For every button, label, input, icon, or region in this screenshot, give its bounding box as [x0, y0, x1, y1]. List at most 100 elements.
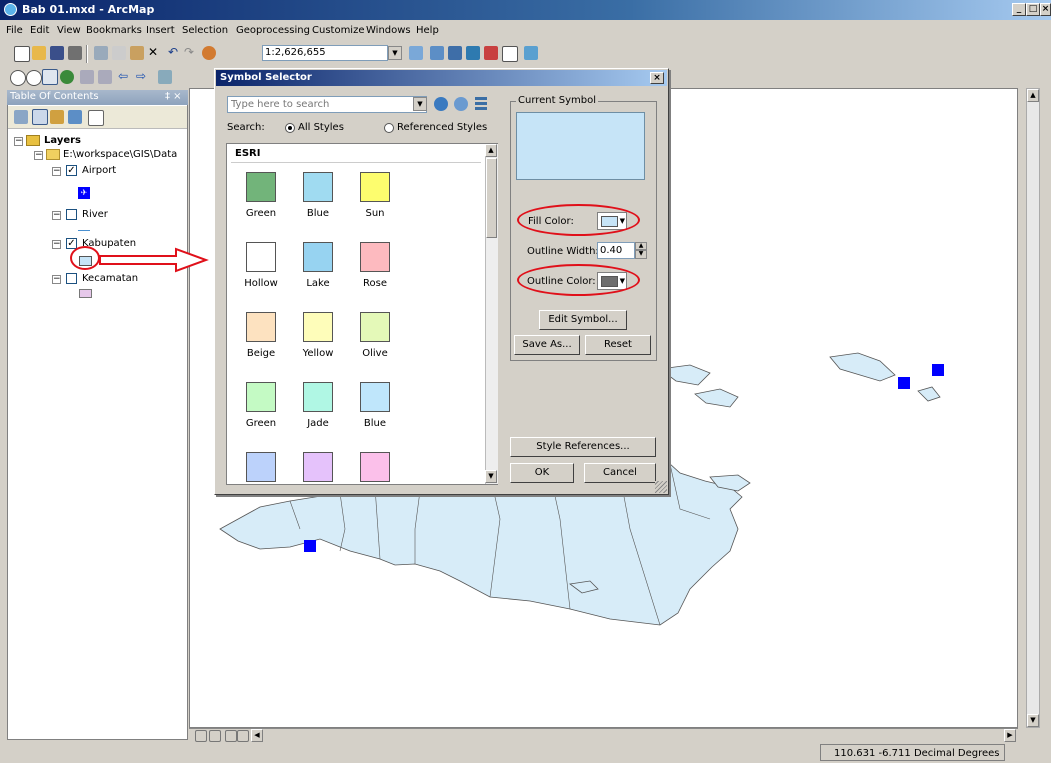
- symbol-name[interactable]: Green: [231, 208, 291, 219]
- airport-marker[interactable]: [898, 377, 910, 389]
- all-styles-radio[interactable]: [285, 123, 295, 133]
- list-by-selection-icon[interactable]: [68, 110, 82, 124]
- menu-bookmarks[interactable]: Bookmarks: [86, 25, 142, 36]
- referenced-styles-label[interactable]: Referenced Styles: [397, 122, 487, 133]
- collapse-kabupaten-icon[interactable]: −: [52, 240, 61, 249]
- delete-icon[interactable]: ✕: [148, 46, 162, 60]
- symbol-name[interactable]: Sun: [345, 208, 405, 219]
- dialog-close-button[interactable]: ×: [650, 72, 664, 84]
- river-visibility-checkbox[interactable]: [66, 209, 77, 220]
- search-icon[interactable]: [434, 97, 448, 111]
- symbol-swatch[interactable]: [303, 242, 333, 272]
- symbol-name[interactable]: Beige: [231, 348, 291, 359]
- kecamatan-visibility-checkbox[interactable]: [66, 273, 77, 284]
- pause-drawing-icon[interactable]: [237, 730, 249, 742]
- minimize-button[interactable]: _: [1012, 3, 1026, 16]
- gallery-scroll-up[interactable]: ▲: [485, 144, 497, 157]
- symbol-swatch[interactable]: [360, 172, 390, 202]
- cancel-button[interactable]: Cancel: [584, 463, 656, 483]
- symbol-swatch[interactable]: [303, 382, 333, 412]
- symbol-swatch[interactable]: [360, 452, 390, 482]
- arctoolbox-icon[interactable]: [484, 46, 498, 60]
- symbol-name[interactable]: Hollow: [231, 278, 291, 289]
- airport-marker[interactable]: [932, 364, 944, 376]
- symbol-swatch[interactable]: [303, 452, 333, 482]
- menu-view[interactable]: View: [57, 25, 81, 36]
- edit-symbol-button[interactable]: Edit Symbol...: [539, 310, 627, 330]
- layer-airport-label[interactable]: Airport: [82, 165, 116, 176]
- table-icon[interactable]: [430, 46, 444, 60]
- spin-up-icon[interactable]: ▲: [635, 242, 647, 250]
- menu-windows[interactable]: Windows: [366, 25, 411, 36]
- toc-pin-close[interactable]: ‡ ×: [165, 91, 182, 102]
- symbol-search-input[interactable]: Type here to search: [227, 96, 427, 113]
- referenced-styles-radio[interactable]: [384, 123, 394, 133]
- save-as-button[interactable]: Save As...: [514, 335, 580, 355]
- layout-view-icon[interactable]: [209, 730, 221, 742]
- symbol-name[interactable]: Blue: [345, 418, 405, 429]
- back-arrow-icon[interactable]: ⇦: [118, 70, 132, 84]
- toc-folder-path[interactable]: E:\workspace\GIS\Data: [63, 149, 177, 160]
- symbol-gallery[interactable]: ESRI Green Blue Sun Hollow Lake Rose Beige Yell…: [226, 143, 498, 485]
- python-icon[interactable]: [502, 46, 518, 62]
- symbol-swatch[interactable]: [246, 382, 276, 412]
- airport-symbol-icon[interactable]: ✈: [78, 187, 90, 199]
- open-folder-icon[interactable]: [32, 46, 46, 60]
- undo-icon[interactable]: ↶: [168, 46, 182, 60]
- view-options-icon[interactable]: [475, 97, 487, 111]
- search-window-icon[interactable]: [466, 46, 480, 60]
- print-icon[interactable]: [68, 46, 82, 60]
- collapse-folder-icon[interactable]: −: [34, 151, 43, 160]
- toc-layers-root[interactable]: Layers: [44, 135, 81, 146]
- gallery-scroll-down[interactable]: ▼: [485, 470, 497, 483]
- fixed-zoom-out-icon[interactable]: [98, 70, 112, 84]
- catalog-search-side-tabs[interactable]: [1041, 88, 1051, 738]
- scroll-up-arrow[interactable]: ▲: [1027, 89, 1039, 102]
- kecamatan-symbol-patch[interactable]: [79, 289, 92, 298]
- scroll-down-arrow[interactable]: ▼: [1027, 714, 1039, 727]
- copy-icon[interactable]: [112, 46, 126, 60]
- cut-icon[interactable]: [94, 46, 108, 60]
- airport-marker[interactable]: [304, 540, 316, 552]
- paste-icon[interactable]: [130, 46, 144, 60]
- options-icon[interactable]: [88, 110, 104, 126]
- menu-selection[interactable]: Selection: [182, 25, 228, 36]
- editor-icon[interactable]: [409, 46, 423, 60]
- symbol-swatch[interactable]: [246, 242, 276, 272]
- list-by-source-icon[interactable]: [32, 109, 48, 125]
- symbol-name[interactable]: Lake: [288, 278, 348, 289]
- catalog-icon[interactable]: [448, 46, 462, 60]
- map-vertical-scrollbar[interactable]: ▲ ▼: [1026, 88, 1040, 728]
- refresh-icon[interactable]: [225, 730, 237, 742]
- scale-dropdown-arrow[interactable]: ▼: [388, 46, 402, 60]
- symbol-swatch[interactable]: [360, 382, 390, 412]
- symbol-swatch[interactable]: [303, 172, 333, 202]
- resize-grip-icon[interactable]: [655, 481, 667, 493]
- symbol-swatch[interactable]: [303, 312, 333, 342]
- close-button[interactable]: ×: [1040, 3, 1051, 16]
- layer-river-label[interactable]: River: [82, 209, 108, 220]
- model-builder-icon[interactable]: [524, 46, 538, 60]
- add-data-icon[interactable]: [202, 46, 216, 60]
- zoom-in-icon[interactable]: [10, 70, 26, 86]
- new-document-icon[interactable]: [14, 46, 30, 62]
- symbol-swatch[interactable]: [246, 312, 276, 342]
- pan-icon[interactable]: [42, 69, 58, 85]
- symbol-name[interactable]: Olive: [345, 348, 405, 359]
- save-icon[interactable]: [50, 46, 64, 60]
- select-features-icon[interactable]: [158, 70, 172, 84]
- symbol-swatch[interactable]: [246, 452, 276, 482]
- symbol-swatch[interactable]: [360, 312, 390, 342]
- menu-customize[interactable]: Customize: [312, 25, 365, 36]
- expand-kecamatan-icon[interactable]: −: [52, 275, 61, 284]
- full-extent-icon[interactable]: [60, 70, 74, 84]
- symbol-name[interactable]: Rose: [345, 278, 405, 289]
- all-styles-label[interactable]: All Styles: [298, 122, 344, 133]
- collapse-layers-icon[interactable]: −: [14, 137, 23, 146]
- menu-insert[interactable]: Insert: [146, 25, 175, 36]
- style-references-button[interactable]: Style References...: [510, 437, 656, 457]
- ok-button[interactable]: OK: [510, 463, 574, 483]
- forward-arrow-icon[interactable]: ⇨: [136, 70, 150, 84]
- scale-input[interactable]: 1:2,626,655: [262, 45, 388, 61]
- fixed-zoom-in-icon[interactable]: [80, 70, 94, 84]
